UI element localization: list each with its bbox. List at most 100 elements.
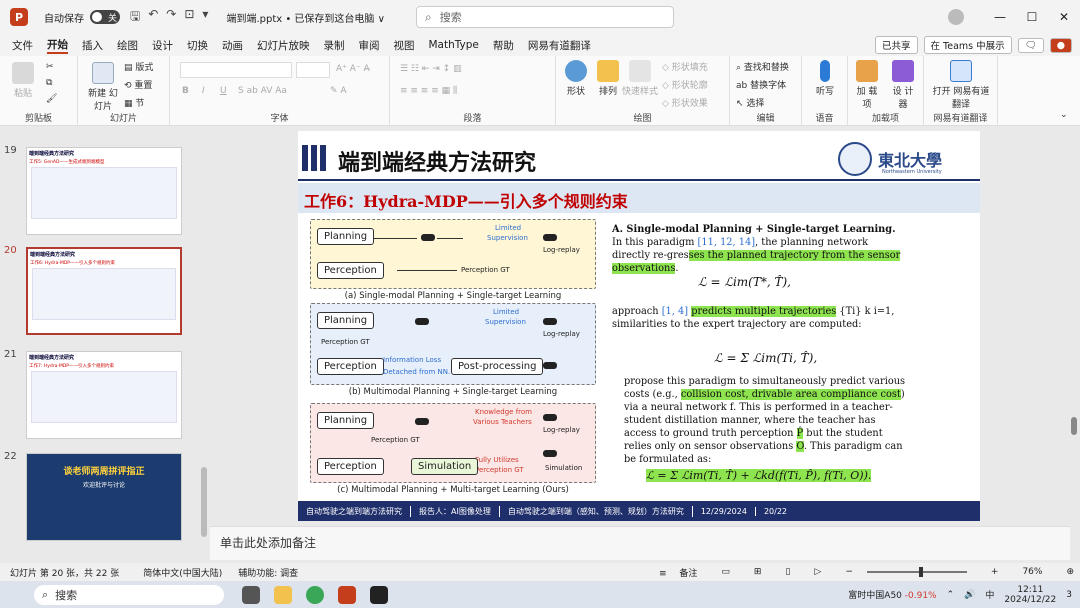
layout-button[interactable]: ▤ 版式: [124, 60, 153, 73]
tab-view[interactable]: 视图: [394, 38, 415, 53]
tab-file[interactable]: 文件: [12, 38, 33, 53]
ime-indicator[interactable]: 中: [985, 588, 994, 601]
redo-icon[interactable]: ↷: [166, 7, 176, 28]
slide-subtitle[interactable]: 工作6：Hydra-MDP——引入多个规则约束: [304, 188, 628, 212]
new-slide-button[interactable]: 新建 幻灯片: [86, 62, 120, 112]
minimize-icon[interactable]: —: [984, 10, 1016, 24]
youdao-translate-button[interactable]: 打开 网易有道翻译: [930, 60, 992, 110]
zoom-level[interactable]: 76%: [1022, 567, 1042, 577]
cut-icon[interactable]: ✂: [46, 62, 54, 72]
tab-youdao[interactable]: 网易有道翻译: [528, 38, 591, 53]
tab-animations[interactable]: 动画: [222, 38, 243, 53]
slide-title[interactable]: 端到端经典方法研究: [338, 145, 536, 177]
shape-effects-button[interactable]: ◇ 形状效果: [662, 96, 708, 109]
tab-slideshow[interactable]: 幻灯片放映: [257, 38, 310, 53]
addins-button[interactable]: 加 载项: [854, 60, 880, 110]
format-painter-icon[interactable]: 🖌: [46, 94, 57, 104]
diagram-a[interactable]: Planning Perception Limited Supervision …: [310, 219, 596, 289]
tab-home[interactable]: 开始: [47, 37, 68, 54]
chrome-icon[interactable]: [306, 585, 324, 604]
copy-icon[interactable]: ⧉: [46, 78, 52, 88]
replace-font-button[interactable]: ab 替换字体: [736, 78, 786, 91]
accessibility-status[interactable]: 辅助功能: 调查: [238, 566, 298, 579]
save-icon[interactable]: 🖫: [130, 7, 140, 28]
slide-scrollbar[interactable]: [1070, 127, 1078, 522]
shape-button[interactable]: 形状: [562, 60, 590, 97]
designer-button[interactable]: 设 计器: [890, 60, 916, 110]
close-icon[interactable]: ✕: [1048, 10, 1080, 24]
notes-pane[interactable]: 单击此处添加备注: [210, 526, 1070, 560]
zoom-out-icon[interactable]: −: [845, 567, 853, 577]
document-title[interactable]: 端到端.pptx • 已保存到这台电脑 ∨: [226, 10, 384, 25]
notification-badge[interactable]: 3: [1066, 590, 1072, 600]
fit-slide-icon[interactable]: ⊕: [1066, 567, 1074, 577]
teams-present-button[interactable]: 在 Teams 中展示: [923, 36, 1012, 54]
reading-view-icon[interactable]: ▯: [785, 567, 790, 577]
dictate-button[interactable]: 听写: [812, 60, 838, 97]
bullets-icon[interactable]: ☰ ☷ ⇤ ⇥ ↕ ▥: [400, 64, 462, 74]
stock-widget[interactable]: 富时中国A50 -0.91%: [848, 588, 936, 601]
zoom-in-icon[interactable]: +: [991, 567, 999, 577]
file-explorer-icon[interactable]: [274, 585, 292, 604]
align-icon[interactable]: ≡ ≡ ≡ ≡ ▦ ⫼: [400, 86, 457, 96]
autosave-toggle[interactable]: 关: [90, 10, 120, 24]
strike-icon[interactable]: S ab AV Aa: [238, 86, 287, 96]
tab-design[interactable]: 设计: [152, 38, 173, 53]
tab-record[interactable]: 录制: [324, 38, 345, 53]
tab-mathtype[interactable]: MathType: [429, 39, 479, 51]
tab-transitions[interactable]: 切换: [187, 38, 208, 53]
customize-icon[interactable]: ▾: [202, 7, 208, 28]
clock[interactable]: 12:11 2024/12/22: [1004, 585, 1056, 605]
tab-help[interactable]: 帮助: [493, 38, 514, 53]
taskbar-search[interactable]: ⌕ 搜索: [34, 584, 224, 605]
tray-chevron-icon[interactable]: ⌃: [947, 590, 955, 600]
italic-icon[interactable]: I: [202, 86, 205, 96]
paragraph-3[interactable]: propose this paradigm to simultaneously …: [624, 375, 906, 466]
powerpoint-taskbar-icon[interactable]: [338, 585, 356, 604]
slide-thumbnail-21[interactable]: 端到端经典方法研究 工作7: Hydra-MDP——引入多个规则约束: [26, 351, 182, 439]
find-replace-button[interactable]: ⌕ 查找和替换: [736, 60, 789, 73]
tab-insert[interactable]: 插入: [82, 38, 103, 53]
record-icon[interactable]: ●: [1049, 37, 1072, 53]
collapse-ribbon-icon[interactable]: ⌄: [1060, 110, 1068, 120]
font-size-select[interactable]: [296, 62, 330, 78]
arrange-button[interactable]: 排列: [594, 60, 622, 97]
tab-draw[interactable]: 绘图: [117, 38, 138, 53]
app-icon[interactable]: [370, 585, 388, 604]
slide-canvas[interactable]: 端到端经典方法研究 東北大學 Northeastern University 工…: [298, 131, 980, 521]
font-grow-icon[interactable]: A⁺ A⁻ A̶: [336, 64, 370, 74]
undo-icon[interactable]: ↶: [148, 7, 158, 28]
sorter-view-icon[interactable]: ⊞: [754, 567, 762, 577]
diagram-b[interactable]: Planning Perception GT Perception Limite…: [310, 303, 596, 385]
shape-fill-button[interactable]: ◇ 形状填充: [662, 60, 708, 73]
share-button[interactable]: 已共享: [875, 36, 918, 54]
zoom-slider[interactable]: [866, 567, 967, 577]
normal-view-icon[interactable]: ▭: [721, 567, 730, 577]
tab-review[interactable]: 审阅: [359, 38, 380, 53]
font-family-select[interactable]: [180, 62, 292, 78]
section-button[interactable]: ▦ 节: [124, 96, 144, 109]
diagram-c[interactable]: Planning Perception GT Perception Knowle…: [310, 403, 596, 483]
quick-style-button[interactable]: 快速样式: [622, 60, 658, 97]
slide-thumbnail-22[interactable]: 谈老师两周拼评指正 欢迎批评与讨论: [26, 453, 182, 541]
slide-thumbnail-20[interactable]: 端到端经典方法研究 工作6: Hydra-MDP——引入多个规则约束: [26, 247, 182, 335]
language-indicator[interactable]: 简体中文(中国大陆): [143, 566, 222, 579]
underline-icon[interactable]: U: [220, 86, 227, 96]
select-button[interactable]: ↖ 选择: [736, 96, 764, 109]
present-icon[interactable]: ⊡: [184, 7, 194, 28]
bold-icon[interactable]: B: [182, 86, 189, 96]
slide-thumbnail-19[interactable]: 端到端经典方法研究 工作5: GenAD——生成式端到端模型: [26, 147, 182, 235]
paragraph-2[interactable]: approach [1, 4] predicts multiple trajec…: [612, 305, 904, 331]
reset-button[interactable]: ⟲ 重置: [124, 78, 152, 91]
shape-outline-button[interactable]: ◇ 形状轮廓: [662, 78, 708, 91]
maximize-icon[interactable]: ☐: [1016, 10, 1048, 24]
slideshow-icon[interactable]: ▷: [814, 567, 821, 577]
task-view-icon[interactable]: [242, 585, 260, 604]
font-color-icon[interactable]: ✎ A: [330, 86, 347, 96]
paragraph-1[interactable]: A. Single-modal Planning + Single-target…: [612, 223, 904, 275]
notes-toggle[interactable]: ≡ 备注: [659, 566, 697, 579]
thumbnail-scrollbar[interactable]: [200, 127, 208, 562]
search-box[interactable]: ⌕ 搜索: [416, 6, 674, 28]
volume-icon[interactable]: 🔊: [964, 590, 975, 600]
paste-icon[interactable]: [12, 62, 34, 84]
